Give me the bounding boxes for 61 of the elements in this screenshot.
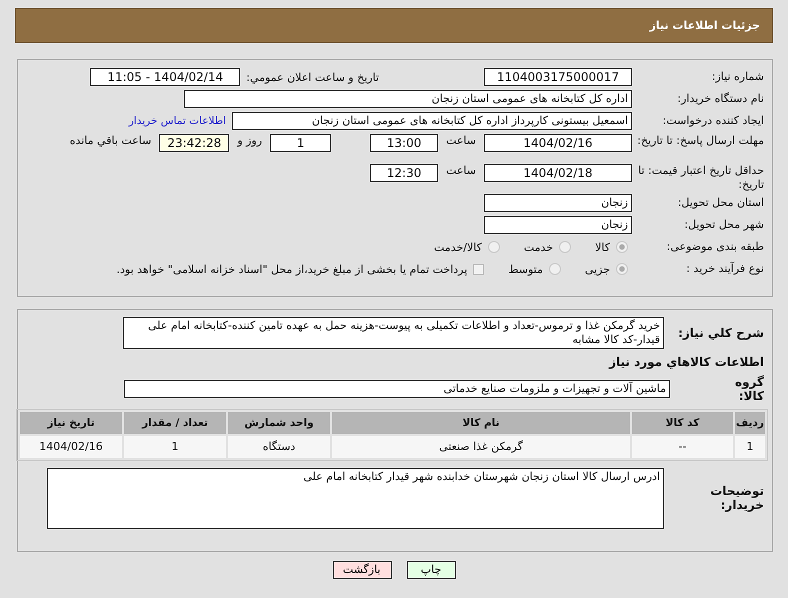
input-field[interactable]: اداره کل کتابخانه های عمومی استان زنجان (184, 90, 632, 108)
field-label: شهر محل تحویل: (683, 218, 764, 232)
action-button[interactable]: بازگشت (332, 561, 392, 579)
column-header: واحد شمارش (228, 412, 330, 434)
section-heading: اطلاعات كالاهاي مورد نياز (608, 354, 764, 371)
action-button[interactable]: چاپ (406, 561, 456, 579)
table-cell: 1 (735, 436, 765, 458)
field-label: توضیحات خریدار: (709, 484, 764, 512)
checkbox[interactable] (473, 264, 484, 274)
field-label: ساعت (446, 134, 476, 147)
field-label: شماره نیاز: (710, 70, 764, 84)
field-label: گروه کالا: (734, 375, 764, 403)
input-field[interactable]: 1 (270, 134, 332, 152)
field-label: تاريخ و ساعت اعلان عمومي: (246, 70, 379, 84)
input-field[interactable]: زنجان (484, 216, 632, 234)
table-cell: 1404/02/16 (20, 436, 122, 458)
radio-label: جزیی (584, 262, 610, 276)
text-area[interactable]: خرید گرمکن غذا و ترموس-تعداد و اطلاعات تکمیلی به پیوست-هزینه حمل به عهده تامین کننده-کتابخانه امام علی قیدار-کد کالا مشابه (123, 317, 664, 349)
input-field[interactable]: اسمعیل بیستونی کارپرداز اداره کل کتابخانه های عمومی استان زنجان (232, 112, 632, 130)
input-field[interactable]: 1404/02/14 - 11:05 (90, 68, 240, 86)
input-field[interactable]: 13:00 (370, 134, 438, 152)
radio-button[interactable] (488, 241, 500, 253)
column-header: تاریخ نیاز (20, 412, 122, 434)
field-label: شرح كلي نياز: (677, 326, 764, 340)
field-label: روز و (237, 134, 262, 147)
table-cell: دستگاه (228, 436, 330, 458)
page-title: جزئیات اطلاعات نیاز (650, 19, 760, 32)
field-label: طبقه بندی موضوعی: (666, 240, 764, 254)
radio-label: کالا/خدمت (434, 240, 482, 254)
table-cell: 1 (124, 436, 226, 458)
column-header: تعداد / مقدار (124, 412, 226, 434)
input-field[interactable]: ماشین آلات و تجهیزات و ملزومات صنایع خدماتی (124, 380, 670, 398)
column-header: ردیف (735, 412, 765, 434)
field-label: ایجاد کننده درخواست: (662, 114, 764, 128)
radio-button[interactable] (548, 263, 561, 275)
radio-button[interactable] (559, 241, 572, 253)
text-area[interactable]: ادرس ارسال کالا استان زنجان شهرستان خدابنده شهر قیدار کتابخانه امام علی (47, 468, 664, 528)
input-field[interactable]: 1104003175000017 (484, 68, 632, 86)
table-cell: -- (632, 436, 733, 458)
field-label: ساعت (446, 164, 476, 177)
radio-label: متوسط (508, 262, 543, 276)
field-label: نوع فرآیند خرید : (685, 262, 764, 276)
contact-link[interactable]: اطلاعات تماس خریدار (128, 115, 226, 127)
field-label: مهلت ارسال پاسخ: تا تاریخ: (636, 134, 764, 148)
radio-label: کالا (595, 240, 610, 254)
field-label: نام دستگاه خریدار: (676, 92, 764, 106)
radio-label: خدمت (524, 240, 554, 254)
field-label: استان محل تحویل: (676, 196, 764, 210)
radio-button[interactable] (616, 263, 628, 275)
input-field[interactable]: 12:30 (370, 164, 438, 182)
field-label: ساعت باقي مانده (70, 134, 152, 147)
field-label: حداقل تاریخ اعتبار قیمت: تا تاریخ: (637, 164, 764, 192)
input-field[interactable]: 1404/02/18 (484, 164, 632, 182)
countdown-field: 23:42:28 (159, 134, 230, 152)
column-header: نام کالا (332, 412, 630, 434)
checkbox-label: پرداخت تمام یا بخشی از مبلغ خرید،از محل "اسناد خزانه اسلامی" خواهد بود. (116, 262, 468, 276)
radio-button[interactable] (616, 241, 628, 253)
input-field[interactable]: 1404/02/16 (484, 134, 632, 152)
input-field[interactable]: زنجان (484, 194, 632, 212)
table-cell: گرمکن غذا صنعتی (332, 436, 630, 458)
column-header: کد کالا (632, 412, 733, 434)
